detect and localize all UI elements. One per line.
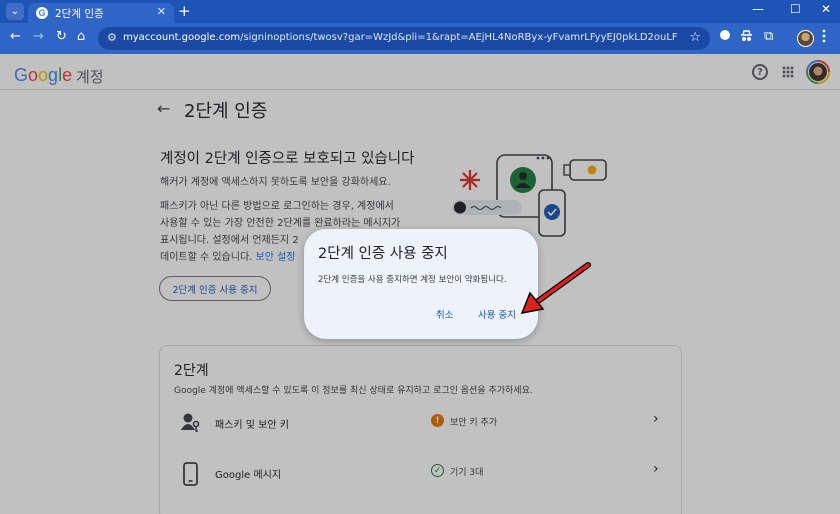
browser-menu-icon[interactable] <box>822 29 826 47</box>
disable-2sv-dialog: 2단계 인증 사용 중지 2단계 인증을 사용 중지하면 계정 보안이 약화됩니… <box>304 229 538 339</box>
tab-list-chevron-icon[interactable]: ⌄ <box>6 3 24 20</box>
incognito-extension-icon[interactable] <box>740 29 753 46</box>
window-close-icon[interactable]: ✕ <box>821 2 831 16</box>
browser-tab-bar: ⌄ G 2단계 인증 ✕ + — ☐ ✕ <box>0 0 840 23</box>
maximize-icon[interactable]: ☐ <box>790 2 801 16</box>
home-icon[interactable]: ⌂ <box>77 29 85 44</box>
cancel-button[interactable]: 취소 <box>432 305 457 323</box>
dialog-body: 2단계 인증을 사용 중지하면 계정 보안이 약화됩니다. <box>318 275 507 285</box>
url-path: /signinoptions/twosv?gar=WzJd&pli=1&rapt… <box>240 32 678 43</box>
reload-icon[interactable]: ↻ <box>56 29 67 44</box>
tab-title: 2단계 인증 <box>55 8 104 20</box>
url-text[interactable]: myaccount.google.com/signinoptions/twosv… <box>123 32 678 43</box>
extensions-puzzle-icon[interactable]: ⧉ <box>764 29 773 44</box>
new-tab-plus-icon[interactable]: + <box>178 2 191 20</box>
extension-dot-icon[interactable] <box>719 29 731 45</box>
google-favicon-icon: G <box>36 7 48 19</box>
dialog-title: 2단계 인증 사용 중지 <box>318 246 448 262</box>
browser-toolbar: ← → ↻ ⌂ ⚙ myaccount.google.com/signinopt… <box>0 23 840 54</box>
site-info-icon[interactable]: ⚙ <box>107 31 117 44</box>
tab-close-icon[interactable]: ✕ <box>157 5 166 18</box>
address-bar[interactable]: ⚙ myaccount.google.com/signinoptions/two… <box>98 27 710 50</box>
forward-icon[interactable]: → <box>33 29 44 44</box>
back-icon[interactable]: ← <box>10 29 21 44</box>
confirm-disable-button[interactable]: 사용 중지 <box>474 305 520 323</box>
minimize-icon[interactable]: — <box>752 2 764 16</box>
url-host: myaccount.google.com <box>123 32 241 43</box>
browser-profile-avatar[interactable] <box>797 30 814 47</box>
bookmark-star-icon[interactable]: ☆ <box>689 30 701 45</box>
browser-tab[interactable]: G 2단계 인증 ✕ <box>28 3 174 23</box>
